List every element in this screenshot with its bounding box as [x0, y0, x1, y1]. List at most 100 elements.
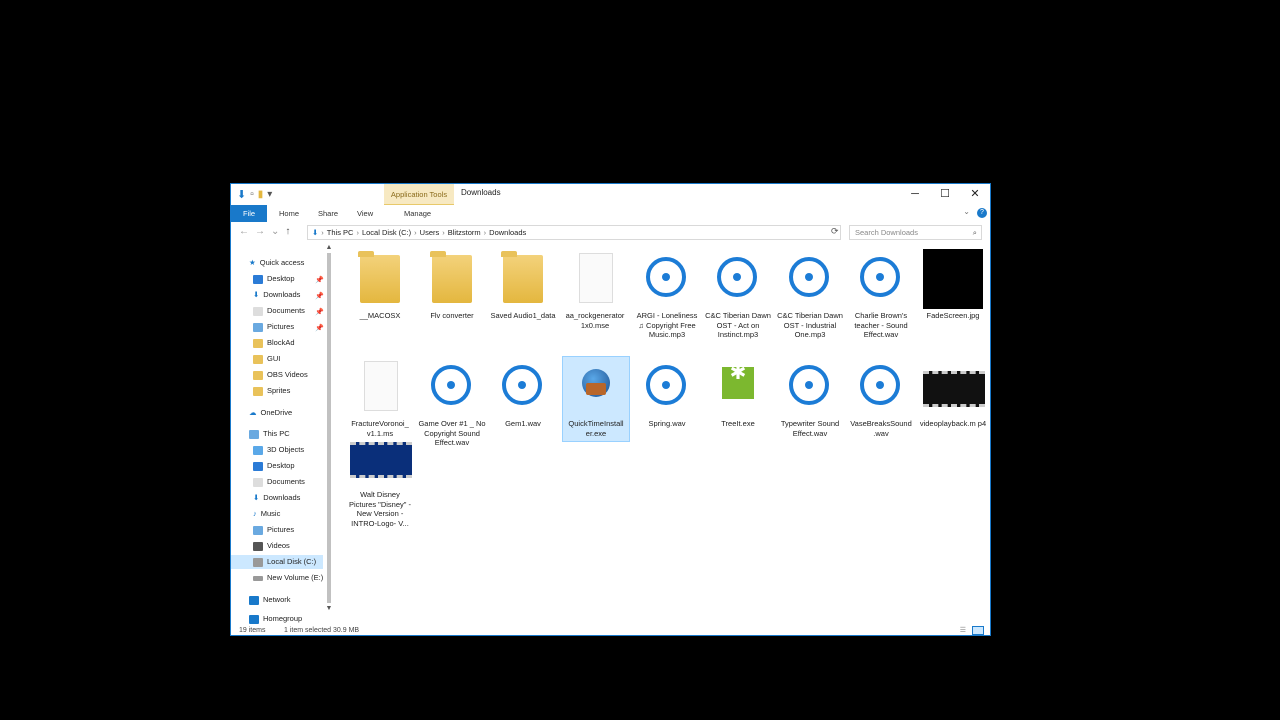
pictures-icon [253, 322, 263, 332]
music-note-icon: ♪ [253, 509, 257, 518]
nav-onedrive[interactable]: ☁ OneDrive [249, 406, 292, 420]
forward-icon[interactable]: → [255, 226, 265, 237]
file-item[interactable]: aa_rockgenerator 1x0.mse [561, 249, 629, 330]
file-item[interactable]: Walt Disney Pictures "Disney" - New Vers… [346, 442, 414, 528]
scroll-up-icon[interactable]: ▲ [324, 244, 334, 251]
breadcrumb[interactable]: ⬇ › This PC › Local Disk (C:) › Users › … [307, 225, 841, 240]
nav-item-pc-documents[interactable]: Documents [253, 475, 305, 489]
down-arrow-icon[interactable]: ⬇ [237, 188, 246, 201]
media-player-icon [493, 357, 553, 417]
breadcrumb-downloads[interactable]: Downloads [489, 226, 526, 239]
file-item[interactable]: TreeIt.exe [704, 357, 772, 429]
nav-item-pc-pictures[interactable]: Pictures [253, 523, 294, 537]
nav-item-obs-videos[interactable]: OBS Videos [253, 368, 308, 382]
downloads-location-icon: ⬇ [312, 228, 319, 237]
file-item[interactable]: ARGI - Loneliness ♫ Copyright Free Music… [633, 249, 701, 340]
tab-file[interactable]: File [231, 205, 267, 222]
desktop-icon [253, 461, 263, 471]
pin-icon: 📌 [315, 309, 324, 316]
file-item[interactable]: Saved Audio1_data [489, 249, 557, 321]
refresh-icon[interactable]: ⟳ [831, 226, 839, 237]
nav-scrollbar[interactable]: ▲ ▼ [324, 244, 334, 622]
folder-icon [253, 386, 263, 396]
media-player-icon [851, 357, 911, 417]
cloud-icon: ☁ [249, 408, 257, 417]
nav-item-downloads[interactable]: ⬇ Downloads [253, 288, 300, 302]
file-item[interactable]: Typewriter Sound Effect.wav [776, 357, 844, 438]
tab-share[interactable]: Share [318, 205, 338, 222]
download-icon: ⬇ [253, 493, 260, 502]
properties-icon[interactable]: ▫ [250, 189, 254, 200]
breadcrumb-this-pc[interactable]: This PC [327, 226, 354, 239]
title-bar: ⬇ ▫ ▮ ▾ Application Tools Downloads ─ ☐ … [231, 184, 990, 205]
scroll-thumb[interactable] [327, 253, 331, 603]
nav-homegroup[interactable]: Homegroup [249, 614, 302, 624]
nav-item-pictures[interactable]: Pictures [253, 320, 294, 334]
media-player-icon [637, 249, 697, 309]
new-folder-icon[interactable]: ▮ [258, 189, 264, 200]
status-bar: 19 items 1 item selected 30.9 MB ☰ [231, 624, 990, 635]
file-item[interactable]: __MACOSX [346, 249, 414, 321]
nav-item-pc-desktop[interactable]: Desktop [253, 459, 295, 473]
breadcrumb-local-disk[interactable]: Local Disk (C:) [362, 226, 411, 239]
nav-item-music[interactable]: ♪ Music [253, 507, 280, 521]
tab-home[interactable]: Home [279, 205, 299, 222]
file-item[interactable]: FadeScreen.jpg [919, 249, 987, 321]
nav-item-videos[interactable]: Videos [253, 539, 290, 553]
recent-dropdown-icon[interactable]: ⌄ [271, 226, 279, 237]
nav-item-blockad[interactable]: BlockAd [253, 336, 295, 350]
qat-dropdown-icon[interactable]: ▾ [267, 189, 272, 200]
file-item[interactable]: FractureVoronoi_ v1.1.ms [346, 357, 414, 438]
media-player-icon [637, 357, 697, 417]
ribbon-expand-icon[interactable]: ⌄ [963, 207, 970, 216]
file-item[interactable]: Charlie Brown's teacher - Sound Effect.w… [847, 249, 915, 340]
file-item[interactable]: Spring.wav [633, 357, 701, 429]
details-view-icon[interactable]: ☰ [960, 624, 966, 635]
nav-item-local-disk[interactable]: Local Disk (C:) [231, 555, 323, 569]
large-icons-view-icon[interactable] [972, 626, 984, 635]
documents-icon [253, 477, 263, 487]
maximize-button[interactable]: ☐ [930, 184, 960, 204]
nav-network[interactable]: Network [249, 593, 291, 607]
nav-item-gui[interactable]: GUI [253, 352, 280, 366]
tab-manage[interactable]: Manage [404, 205, 431, 222]
file-item[interactable]: VaseBreaksSound .wav [847, 357, 915, 438]
nav-quick-access[interactable]: ★ Quick access [249, 256, 304, 270]
nav-item-documents[interactable]: Documents [253, 304, 305, 318]
breadcrumb-blitzstorm[interactable]: Blitzstorm [448, 226, 481, 239]
desktop-icon [253, 274, 263, 284]
file-list: __MACOSX Flv converter Saved Audio1_data… [337, 244, 990, 624]
file-item[interactable]: C&C Tiberian Dawn OST - Industrial One.m… [776, 249, 844, 340]
file-item-selected[interactable]: QuickTimeInstall er.exe [562, 356, 630, 442]
file-item[interactable]: videoplayback.m p4 [919, 357, 987, 429]
up-icon[interactable]: ↑ [285, 226, 290, 237]
file-item[interactable]: Gem1.wav [489, 357, 557, 429]
scroll-down-icon[interactable]: ▼ [324, 605, 334, 612]
folder-icon [422, 249, 482, 309]
breadcrumb-users[interactable]: Users [420, 226, 440, 239]
file-item[interactable]: C&C Tiberian Dawn OST - Act on Instinct.… [704, 249, 772, 340]
help-icon[interactable]: ? [977, 208, 987, 218]
media-player-icon [780, 357, 840, 417]
folder-icon [253, 354, 263, 364]
nav-item-pc-downloads[interactable]: ⬇ Downloads [253, 491, 300, 505]
tab-view[interactable]: View [357, 205, 373, 222]
nav-item-3d-objects[interactable]: 3D Objects [253, 443, 304, 457]
pin-icon: 📌 [315, 277, 324, 284]
file-item[interactable]: Game Over #1 _ No Copyright Sound Effect… [418, 357, 486, 448]
nav-this-pc[interactable]: This PC [249, 427, 290, 441]
nav-item-desktop[interactable]: Desktop [253, 272, 295, 286]
file-item[interactable]: Flv converter [418, 249, 486, 321]
pin-icon: 📌 [315, 293, 324, 300]
window-title: Downloads [461, 188, 501, 197]
back-icon[interactable]: ← [239, 226, 249, 237]
download-icon: ⬇ [253, 290, 260, 299]
nav-buttons: ← → ⌄ ↑ [239, 226, 290, 237]
minimize-button[interactable]: ─ [900, 184, 930, 204]
blank-file-icon [350, 357, 410, 417]
nav-item-new-volume[interactable]: New Volume (E:) [253, 571, 323, 585]
search-input[interactable]: Search Downloads ⌕ [849, 225, 982, 240]
close-button[interactable]: ✕ [960, 184, 990, 204]
nav-item-sprites[interactable]: Sprites [253, 384, 290, 398]
computer-icon [249, 429, 259, 439]
